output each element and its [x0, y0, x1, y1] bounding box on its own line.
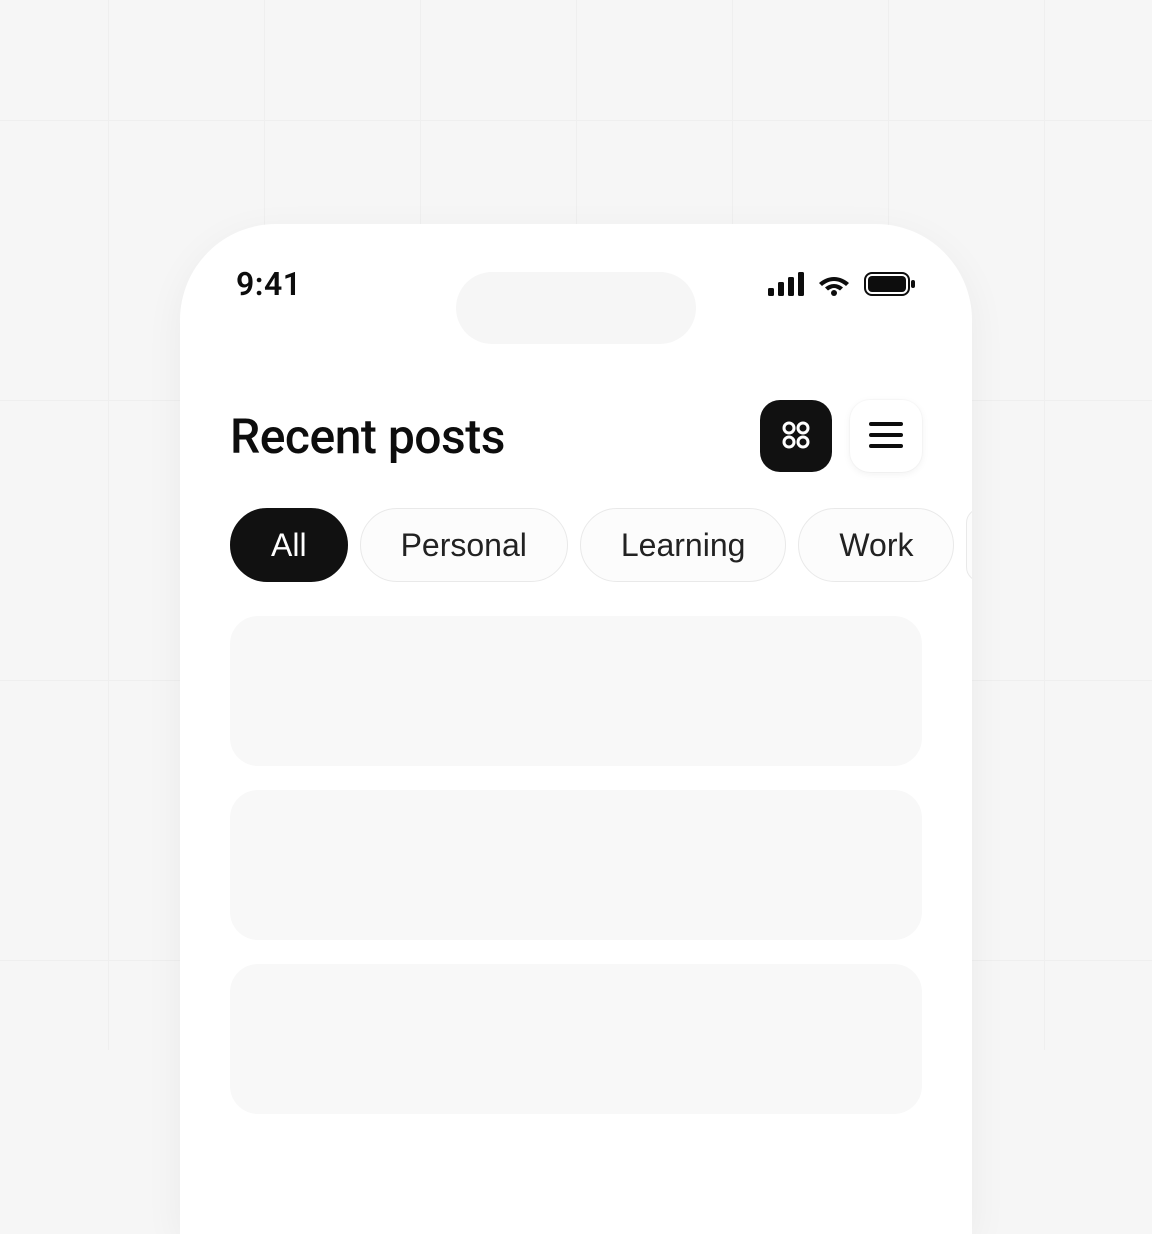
filter-tab-overflow[interactable]: [966, 508, 972, 582]
status-indicators: [768, 272, 916, 296]
grid-icon: [778, 417, 814, 456]
battery-icon: [864, 272, 916, 296]
grid-view-button[interactable]: [760, 400, 832, 472]
filter-tab-learning[interactable]: Learning: [580, 508, 787, 582]
filter-tab-work[interactable]: Work: [798, 508, 954, 582]
filter-label: All: [271, 527, 307, 564]
menu-button[interactable]: [850, 400, 922, 472]
page-header: Recent posts: [180, 344, 972, 472]
filter-label: Learning: [621, 527, 746, 564]
filter-label: Work: [839, 527, 913, 564]
post-card-placeholder[interactable]: [230, 964, 922, 1114]
status-time: 9:41: [236, 265, 302, 303]
page-title: Recent posts: [230, 408, 505, 465]
wifi-icon: [818, 272, 850, 296]
filter-tabs: All Personal Learning Work: [180, 472, 972, 582]
post-list: [180, 582, 972, 1114]
post-card-placeholder[interactable]: [230, 790, 922, 940]
hamburger-menu-icon: [869, 422, 903, 451]
status-bar: 9:41: [180, 224, 972, 344]
filter-tab-all[interactable]: All: [230, 508, 348, 582]
filter-tab-personal[interactable]: Personal: [360, 508, 568, 582]
dynamic-island: [456, 272, 696, 344]
cellular-signal-icon: [768, 272, 804, 296]
filter-label: Personal: [401, 527, 527, 564]
post-card-placeholder[interactable]: [230, 616, 922, 766]
phone-frame: 9:41: [180, 224, 972, 1234]
header-actions: [760, 400, 922, 472]
